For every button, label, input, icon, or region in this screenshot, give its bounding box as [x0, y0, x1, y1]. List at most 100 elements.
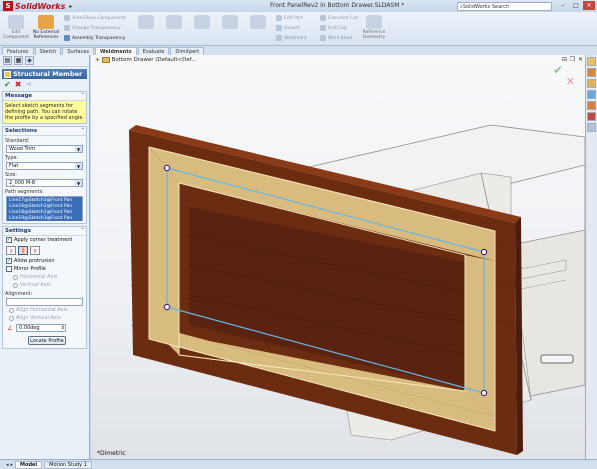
no-external-references-icon	[38, 15, 54, 29]
edit-part-button[interactable]: Edit Part	[276, 15, 303, 21]
tab-features[interactable]: Features	[2, 47, 34, 55]
minimize-button[interactable]: –	[557, 1, 569, 10]
tab-nav-left-icon[interactable]: ◂	[6, 462, 9, 468]
edit-component-button[interactable]: Edit Component	[2, 15, 30, 40]
weldment-button[interactable]: Weldment	[276, 35, 307, 41]
feature-manager-tab-icon[interactable]: ▤	[3, 56, 12, 65]
confirmation-cancel-icon[interactable]: ✕	[566, 75, 575, 88]
assembly-icon	[101, 57, 110, 63]
list-item[interactable]: Line19@Sketch3@Front Pan	[7, 215, 82, 221]
path-segments-list[interactable]: Line17@Sketch3@Front Pan Line16@Sketch3@…	[6, 196, 83, 221]
property-manager-tab-icon[interactable]: ▦	[14, 56, 23, 65]
radio-icon[interactable]	[13, 282, 18, 288]
checkbox-checked-icon[interactable]: ✓	[6, 237, 12, 243]
sketch-point[interactable]	[163, 303, 171, 311]
change-transparency-button[interactable]: Change Transparency	[64, 25, 121, 31]
tab-sketch[interactable]: Sketch	[34, 47, 62, 55]
checkbox-checked-icon[interactable]: ✓	[6, 258, 12, 264]
collapse-icon[interactable]: ˄	[81, 128, 84, 134]
tab-evaluate[interactable]: Evaluate	[137, 47, 170, 55]
resources-icon[interactable]	[587, 57, 596, 66]
rotation-angle-spinner[interactable]: 0.00deg ⇕	[16, 324, 66, 332]
align-horizontal-axis-radio[interactable]: Align Horizontal Axis	[3, 306, 86, 314]
insert-components-button[interactable]	[160, 15, 188, 30]
align-vertical-axis-radio[interactable]: Align Vertical Axis	[3, 314, 86, 322]
chevron-down-icon[interactable]: ▼	[75, 146, 82, 152]
list-item[interactable]: Line16@Sketch3@Front Pan	[7, 203, 82, 209]
mirror-profile-checkbox[interactable]: Mirror Profile	[3, 265, 86, 273]
end-butt2-corner-icon[interactable]: ╦	[30, 246, 40, 255]
locate-profile-button[interactable]: Locate Profile	[28, 336, 66, 345]
collapse-icon[interactable]: ˄	[81, 228, 84, 234]
selections-group-header[interactable]: Selections ˄	[3, 127, 86, 136]
checkbox-unchecked-icon[interactable]	[6, 266, 12, 272]
pushpin-icon[interactable]: ⊣	[25, 81, 30, 88]
extruded-boss-button[interactable]	[244, 15, 272, 30]
split-view-icon[interactable]: ⊟	[562, 56, 567, 63]
chevron-down-icon[interactable]: ▼	[75, 163, 82, 169]
tab-surfaces[interactable]: Surfaces	[62, 47, 95, 55]
type-select[interactable]: Flat ▼	[6, 162, 83, 170]
confirmation-ok-icon[interactable]: ✔	[553, 63, 563, 77]
3d-sketch-button[interactable]	[132, 15, 160, 30]
assembly-transparency-button[interactable]: Assembly Transparency	[64, 35, 125, 41]
spinner-arrows-icon[interactable]: ⇕	[61, 325, 65, 331]
radio-icon[interactable]	[9, 315, 14, 321]
gusset-button[interactable]: Gusset	[276, 25, 300, 31]
standard-select[interactable]: Wood Trim ▼	[6, 145, 83, 153]
graphics-area[interactable]: + Bottom Drawer (Default<Def... ⊟ ❐ ✕ ✔ …	[91, 55, 585, 459]
size-select[interactable]: 2_000 M-8 ▼	[6, 179, 83, 187]
gusset-icon	[276, 25, 282, 31]
cancel-x-icon[interactable]: ✖	[15, 80, 22, 89]
reference-geometry-button[interactable]: Reference Geometry	[360, 15, 388, 40]
end-cap-button[interactable]: End Cap	[320, 25, 347, 31]
tab-weldments[interactable]: Weldments	[95, 47, 137, 55]
sketch-point[interactable]	[480, 389, 488, 397]
close-button[interactable]: ✕	[583, 1, 595, 10]
flyout-feature-tree[interactable]: + Bottom Drawer (Default<Def...	[95, 57, 197, 63]
close-view-icon[interactable]: ✕	[578, 56, 583, 63]
tab-motion-study[interactable]: Motion Study 1	[44, 460, 92, 469]
3d-model-view[interactable]	[91, 55, 585, 459]
apply-corner-treatment-checkbox[interactable]: ✓ Apply corner treatment	[3, 236, 86, 244]
solidworks-logo[interactable]: S SolidWorks	[3, 1, 65, 11]
search-results-icon[interactable]	[587, 90, 596, 99]
custom-properties-icon[interactable]	[587, 123, 596, 132]
ok-checkmark-icon[interactable]: ✔	[4, 80, 11, 89]
alignment-input[interactable]	[6, 298, 83, 306]
hide-show-components-button[interactable]: Hide/Show Components	[64, 15, 126, 21]
file-explorer-icon[interactable]	[587, 79, 596, 88]
maximize-button[interactable]: □	[570, 1, 582, 10]
list-item[interactable]: Line17@Sketch3@Front Pan	[7, 197, 82, 203]
list-item[interactable]: Line18@Sketch3@Front Pan	[7, 209, 82, 215]
chevron-down-icon[interactable]: ▼	[75, 180, 82, 186]
weld-bead-button[interactable]: Weld Bead	[320, 35, 352, 41]
extruded-cut-button[interactable]: Extruded Cut	[320, 15, 358, 21]
menu-arrow-icon[interactable]: ▸	[69, 3, 72, 10]
sketch-point[interactable]	[163, 164, 171, 172]
tab-nav-right-icon[interactable]: ▸	[11, 462, 14, 468]
tab-dimxpert[interactable]: DimXpert	[170, 47, 205, 55]
restore-view-icon[interactable]: ❐	[570, 56, 575, 63]
collapse-icon[interactable]: ˄	[81, 93, 84, 99]
trim-extend-button[interactable]	[216, 15, 244, 30]
design-library-icon[interactable]	[587, 68, 596, 77]
tab-model[interactable]: Model	[15, 460, 43, 469]
horizontal-axis-radio[interactable]: Horizontal Axis	[3, 273, 86, 281]
end-butt1-corner-icon[interactable]: ╠	[18, 246, 28, 255]
end-miter-corner-icon[interactable]: ╔	[6, 246, 16, 255]
allow-protrusion-checkbox[interactable]: ✓ Allow protrusion	[3, 257, 86, 265]
message-group-header[interactable]: Message ˄	[3, 92, 86, 101]
search-box[interactable]: ⌕ SolidWorks Search	[457, 2, 552, 11]
appearances-icon[interactable]	[587, 112, 596, 121]
no-external-references-button[interactable]: No External References	[32, 15, 60, 40]
radio-icon[interactable]	[13, 274, 18, 280]
sketch-point[interactable]	[480, 248, 488, 256]
vertical-axis-radio[interactable]: Vertical Axis	[3, 281, 86, 289]
radio-icon[interactable]	[9, 307, 14, 313]
structural-member-ribbon-button[interactable]	[188, 15, 216, 30]
view-palette-icon[interactable]	[587, 101, 596, 110]
configuration-manager-tab-icon[interactable]: ◈	[25, 56, 34, 65]
settings-group-header[interactable]: Settings ˄	[3, 227, 86, 236]
expand-icon[interactable]: +	[95, 57, 100, 63]
